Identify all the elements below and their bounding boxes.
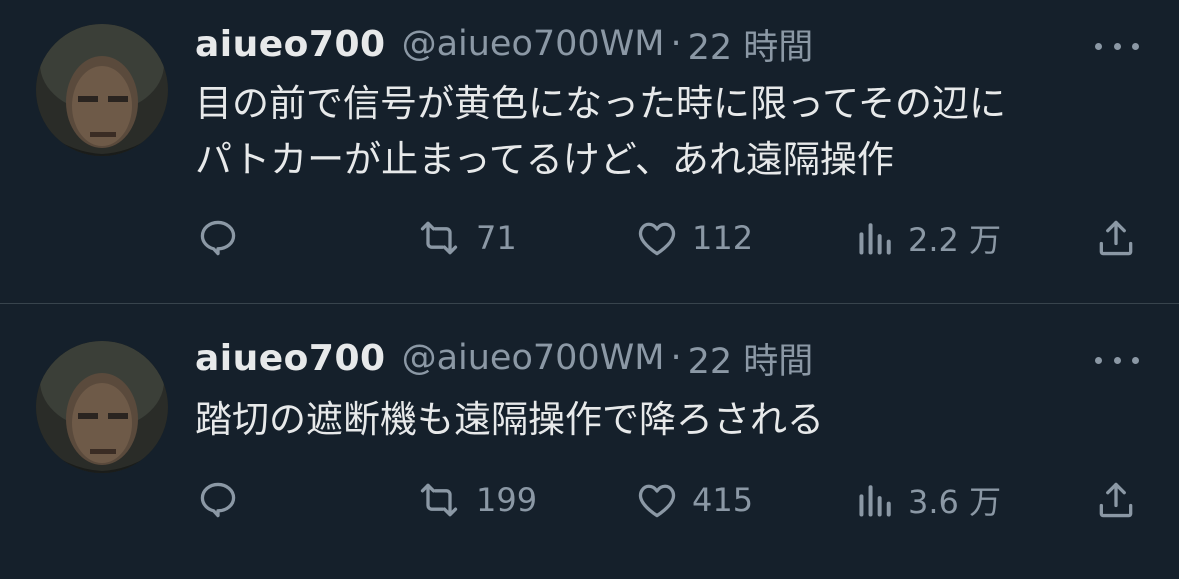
views-button[interactable]: 3.6 万 [856,475,1001,525]
tweet-text-line: パトカーが止まってるけど、あれ遠隔操作 [195,138,894,181]
more-icon[interactable] [1095,352,1139,368]
reply-icon [200,482,236,518]
share-button[interactable] [1094,475,1138,525]
reply-button[interactable] [196,475,240,525]
like-count: 112 [692,219,754,257]
timestamp[interactable]: 22 時間 [688,333,814,384]
share-icon [1099,220,1133,256]
views-icon [859,485,891,517]
share-button[interactable] [1094,213,1138,263]
tweet-header: aiueo700 @aiueo700WM · 22 時間 [195,336,813,382]
display-name[interactable]: aiueo700 [195,338,386,379]
tweet-text-line: 目の前で信号が黄色になった時に限ってその辺に [195,82,1007,125]
tweet-header: aiueo700 @aiueo700WM · 22 時間 [195,22,813,68]
retweet-icon [420,483,458,517]
tweet-text-line: 踏切の遮断機も遠隔操作で降ろされる [195,398,824,441]
like-icon [638,222,676,256]
like-icon [638,484,676,518]
avatar[interactable] [36,24,168,156]
tweet[interactable]: aiueo700 @aiueo700WM · 22 時間 目の前で信号が黄色にな… [0,0,1179,304]
avatar[interactable] [36,341,168,473]
retweet-count: 199 [476,481,538,519]
views-icon [859,223,891,255]
retweet-count: 71 [476,219,517,257]
retweet-icon [420,221,458,255]
retweet-button[interactable]: 71 [414,213,517,263]
display-name[interactable]: aiueo700 [195,24,386,65]
reply-button[interactable] [196,213,240,263]
like-button[interactable]: 112 [634,213,753,263]
views-button[interactable]: 2.2 万 [856,213,1001,263]
retweet-button[interactable]: 199 [414,475,537,525]
share-icon [1099,482,1133,518]
action-bar: 71 112 2.2 万 [190,213,1150,263]
tweet-text: 目の前で信号が黄色になった時に限ってその辺に パトカーが止まってるけど、あれ遠隔… [195,76,1006,188]
like-count: 415 [692,481,754,519]
tweet[interactable]: aiueo700 @aiueo700WM · 22 時間 踏切の遮断機も遠隔操作… [0,304,1179,579]
user-handle[interactable]: @aiueo700WM [402,24,665,64]
more-icon[interactable] [1095,38,1139,54]
reply-icon [200,220,236,256]
timestamp[interactable]: 22 時間 [688,19,814,70]
views-count: 2.2 万 [908,221,1002,259]
action-bar: 199 415 3.6 万 [190,475,1150,525]
like-button[interactable]: 415 [634,475,753,525]
separator-dot: · [670,338,682,378]
user-handle[interactable]: @aiueo700WM [402,338,665,378]
views-count: 3.6 万 [908,483,1002,521]
separator-dot: · [670,24,682,64]
tweet-text: 踏切の遮断機も遠隔操作で降ろされる [195,392,824,448]
